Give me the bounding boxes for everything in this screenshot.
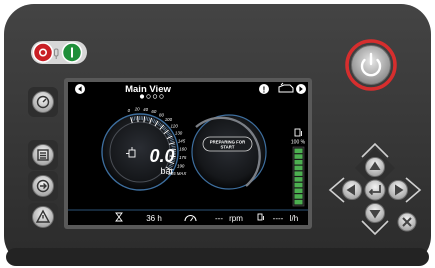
fuel-level-segment	[294, 188, 303, 193]
lcd-screen: Main View ! 0 20 40 60801001201301451601751…	[64, 78, 312, 229]
fuel-level-segment	[294, 160, 303, 165]
pressure-scale-label: 145	[178, 138, 186, 143]
pressure-scale-label: 130	[175, 130, 183, 135]
stop-start-group	[31, 41, 87, 64]
pressure-value: 0.0	[149, 146, 174, 166]
status-gauge: PREPARING FOR START	[191, 114, 267, 190]
page-title: Main View	[125, 84, 171, 95]
fuel-level-label: 100 %	[291, 140, 306, 146]
left-button-alarm[interactable]	[28, 203, 58, 233]
right-arrow-icon[interactable]	[296, 84, 306, 94]
pressure-unit: bar	[160, 166, 173, 176]
nav-left-button[interactable]	[342, 180, 362, 200]
pressure-scale-label: 120	[170, 123, 178, 128]
svg-text:!: !	[263, 85, 266, 94]
fuel-rate-value: ----	[273, 214, 284, 223]
pressure-scale-label: 40	[143, 107, 148, 112]
power-button[interactable]	[345, 39, 397, 91]
rpm-value: ---	[215, 214, 223, 223]
pressure-scale-label: 160	[179, 147, 187, 152]
fuel-level-segment	[294, 182, 303, 188]
stop-button[interactable]	[32, 42, 54, 63]
fuel-level-segment	[294, 154, 303, 159]
nav-up-button[interactable]	[365, 157, 385, 177]
left-button-enter[interactable]	[28, 171, 58, 201]
nav-enter-button[interactable]	[364, 179, 386, 201]
left-button-menu[interactable]	[28, 140, 58, 170]
pressure-scale-label: 60	[151, 109, 156, 114]
fuel-level-segment	[294, 171, 303, 176]
running-hours: 36 h	[146, 214, 162, 223]
fuel-level: 100 %	[291, 128, 306, 207]
fuel-level-segment	[294, 199, 303, 205]
fuel-level-segment	[294, 194, 303, 199]
rpm-unit: rpm	[229, 214, 243, 223]
pressure-scale-label: 80	[159, 112, 164, 117]
fuel-level-segment	[294, 165, 303, 171]
fuel-rate-unit: l/h	[290, 214, 298, 223]
nav-right-button[interactable]	[388, 180, 408, 200]
pressure-scale-label: 100	[165, 117, 173, 122]
left-arrow-icon[interactable]	[75, 84, 85, 94]
pressure-scale-label: 190	[177, 163, 185, 168]
cancel-button[interactable]	[397, 212, 417, 232]
nav-down-button[interactable]	[365, 203, 385, 223]
pressure-scale-label: 20	[134, 107, 140, 112]
status-message-line2: START	[220, 145, 234, 150]
page-dot	[139, 94, 145, 99]
fuel-level-segment	[294, 177, 303, 182]
pressure-scale-label: 175	[179, 155, 187, 160]
fuel-level-segment	[294, 148, 303, 154]
left-button-tachometer[interactable]	[28, 87, 58, 117]
